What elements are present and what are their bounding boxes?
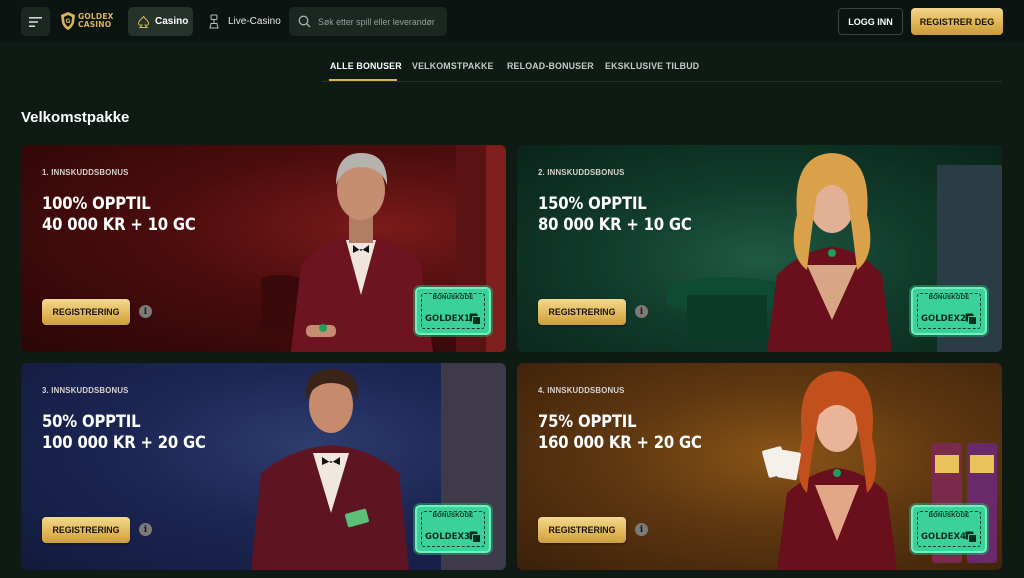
info-icon[interactable]: i — [635, 305, 648, 318]
spade-icon — [138, 15, 149, 28]
bonus-card-2: 2. INNSKUDDSBONUS 150% OPPTIL 80 000 KR … — [517, 145, 1002, 352]
bonus-title-line2: 80 000 KR + 10 GC — [538, 215, 692, 234]
goldex-logo[interactable]: G GOLDEX CASINO — [61, 10, 114, 32]
active-tab-indicator — [329, 79, 397, 81]
registration-button[interactable]: REGISTRERING — [538, 517, 626, 543]
logo-wordmark: GOLDEX CASINO — [78, 13, 114, 29]
bonus-title-line1: 50% OPPTIL — [42, 412, 141, 431]
bonus-title: 50% OPPTIL 100 000 KR + 20 GC — [42, 411, 206, 453]
registration-button[interactable]: REGISTRERING — [42, 299, 130, 325]
deposit-label: 1. INNSKUDDSBONUS — [42, 168, 129, 177]
bonus-title: 100% OPPTIL 40 000 KR + 10 GC — [42, 193, 196, 235]
nav-live-label: Live-Casino — [228, 16, 281, 27]
info-icon[interactable]: i — [635, 523, 648, 536]
register-button[interactable]: REGISTRER DEG — [911, 8, 1003, 35]
menu-button[interactable] — [21, 7, 50, 36]
bonus-code-value: GOLDEX3 — [425, 532, 470, 542]
bonus-title-line1: 150% OPPTIL — [538, 194, 647, 213]
bonus-title-line2: 160 000 KR + 20 GC — [538, 433, 702, 452]
deposit-label: 2. INNSKUDDSBONUS — [538, 168, 625, 177]
deposit-label: 4. INNSKUDDSBONUS — [538, 386, 625, 395]
info-icon[interactable]: i — [139, 305, 152, 318]
dealer-icon — [209, 14, 219, 29]
bonus-title: 75% OPPTIL 160 000 KR + 20 GC — [538, 411, 702, 453]
bonus-code-box[interactable]: BONUSKODE GOLDEX3 — [415, 505, 491, 553]
registration-button[interactable]: REGISTRERING — [42, 517, 130, 543]
bonus-code-label: BONUSKODE — [432, 513, 474, 519]
shield-logo-icon: G — [61, 12, 75, 30]
copy-icon[interactable] — [469, 531, 481, 543]
bonus-code-value: GOLDEX4 — [921, 532, 966, 542]
bonus-code-box[interactable]: BONUSKODE GOLDEX2 — [911, 287, 987, 335]
bonus-code-value: GOLDEX2 — [921, 314, 966, 324]
bonus-title-line1: 75% OPPTIL — [538, 412, 637, 431]
tab-reload-bonuses[interactable]: RELOAD-BONUSER — [507, 61, 594, 71]
deposit-label: 3. INNSKUDDSBONUS — [42, 386, 129, 395]
registration-button[interactable]: REGISTRERING — [538, 299, 626, 325]
login-button[interactable]: LOGG INN — [838, 8, 903, 35]
tab-exclusive-offers[interactable]: EKSKLUSIVE TILBUD — [605, 61, 699, 71]
bonus-card-3: 3. INNSKUDDSBONUS 50% OPPTIL 100 000 KR … — [21, 363, 506, 570]
copy-icon[interactable] — [965, 313, 977, 325]
info-icon[interactable]: i — [139, 523, 152, 536]
bonus-card-4: 4. INNSKUDDSBONUS 75% OPPTIL 160 000 KR … — [517, 363, 1002, 570]
bonus-code-label: BONUSKODE — [928, 513, 970, 519]
logo-line2: CASINO — [78, 20, 112, 29]
copy-icon[interactable] — [965, 531, 977, 543]
bonus-title: 150% OPPTIL 80 000 KR + 10 GC — [538, 193, 692, 235]
bonus-title-line2: 40 000 KR + 10 GC — [42, 215, 196, 234]
section-title: Velkomstpakke — [21, 109, 130, 126]
bonus-code-box[interactable]: BONUSKODE GOLDEX4 — [911, 505, 987, 553]
bonus-title-line2: 100 000 KR + 20 GC — [42, 433, 206, 452]
tab-welcome-package[interactable]: VELKOMSTPAKKE — [412, 61, 494, 71]
nav-casino-label: Casino — [155, 16, 189, 27]
bonus-tabs: ALLE BONUSER VELKOMSTPAKKE RELOAD-BONUSE… — [322, 54, 1002, 82]
search-input[interactable] — [318, 16, 446, 27]
nav-live-casino[interactable]: Live-Casino — [207, 7, 281, 36]
top-header: G GOLDEX CASINO Casino Live-Casino LOGG … — [0, 0, 1024, 42]
bonus-code-box[interactable]: BONUSKODE GOLDEX1 — [415, 287, 491, 335]
bonus-code-label: BONUSKODE — [432, 295, 474, 301]
copy-icon[interactable] — [469, 313, 481, 325]
search-icon — [298, 15, 311, 28]
bonus-code-value: GOLDEX1 — [425, 314, 470, 324]
svg-text:G: G — [66, 18, 71, 25]
bonus-code-label: BONUSKODE — [928, 295, 970, 301]
nav-casino[interactable]: Casino — [128, 7, 193, 36]
search-bar[interactable] — [289, 7, 447, 36]
bonus-card-1: 1. INNSKUDDSBONUS 100% OPPTIL 40 000 KR … — [21, 145, 506, 352]
hamburger-icon — [28, 16, 42, 27]
bonus-title-line1: 100% OPPTIL — [42, 194, 151, 213]
tab-all-bonuses[interactable]: ALLE BONUSER — [330, 61, 402, 71]
